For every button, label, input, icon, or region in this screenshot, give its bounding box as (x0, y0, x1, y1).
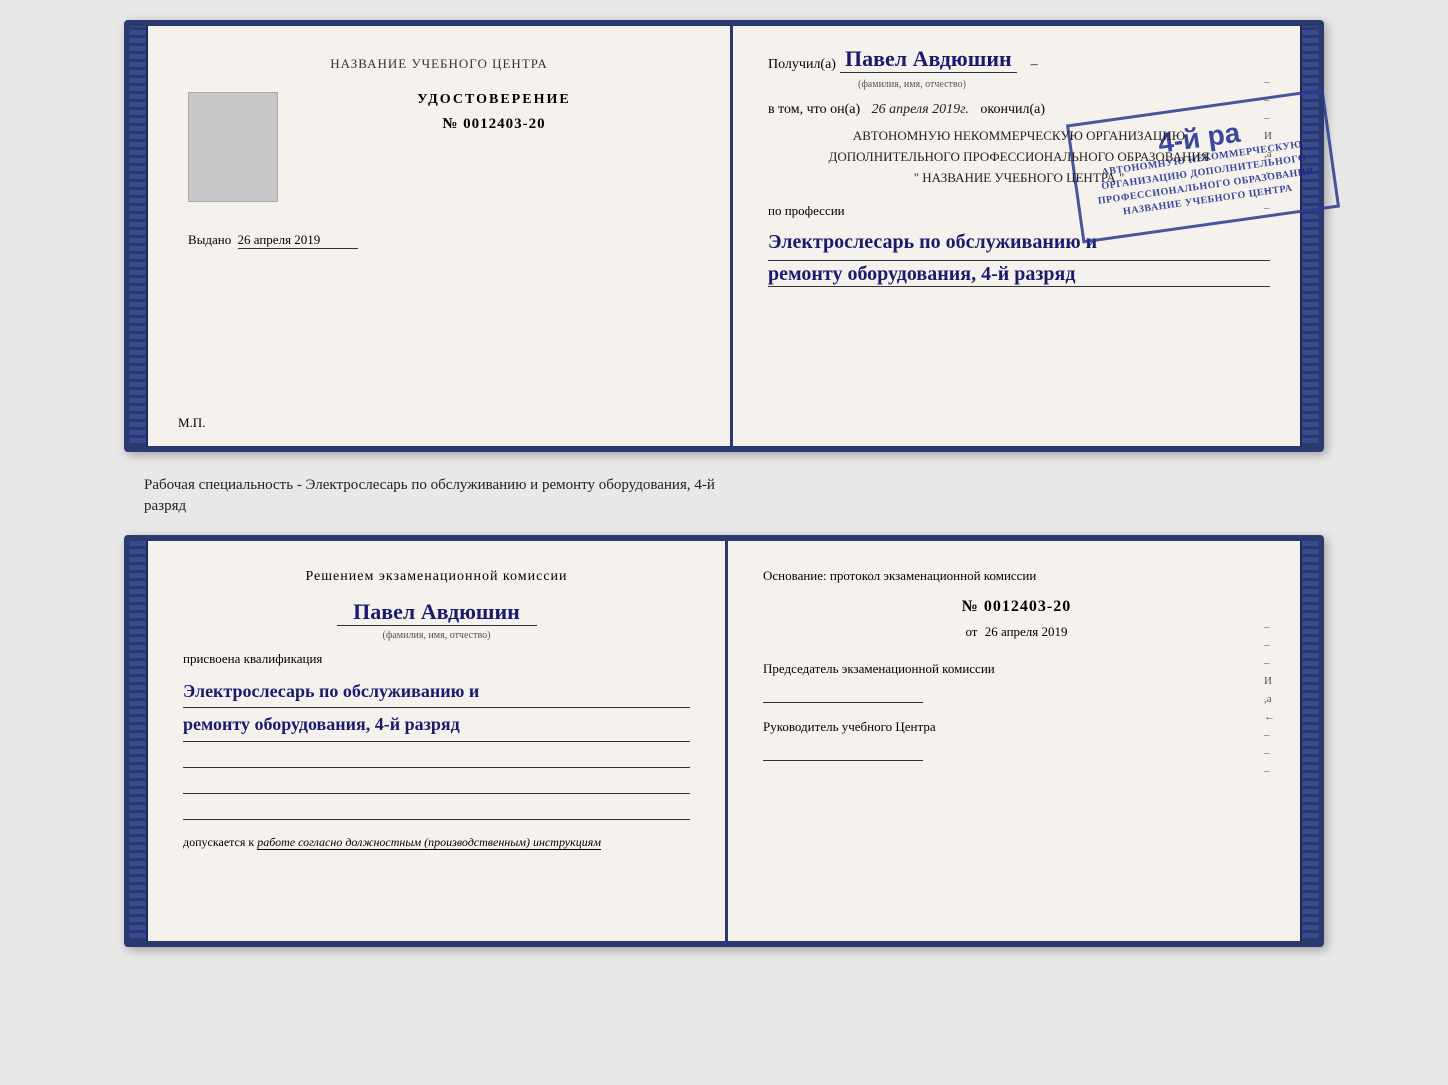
number-prefix: № (442, 116, 458, 132)
between-line1: Рабочая специальность - Электрослесарь п… (144, 475, 1324, 496)
from-prefix: от (965, 624, 977, 639)
top-right-page: 4-й ра АВТОНОМНУЮ НЕКОММЕРЧЕСКУЮ ОРГАНИЗ… (733, 26, 1300, 446)
chairman-signature-line (763, 683, 923, 703)
chairman-role: Председатель экзаменационной комиссии (763, 660, 1270, 678)
issued-block: Выдано 26 апреля 2019 (188, 232, 690, 249)
bottom-right-ribbon: – – – И ,а ← – – – (1264, 621, 1275, 777)
line3 (183, 800, 690, 820)
issued-date: 26 апреля 2019 (238, 232, 358, 249)
bottom-right-page: Основание: протокол экзаменационной коми… (728, 541, 1300, 941)
from-date-value: 26 апреля 2019 (985, 624, 1068, 639)
recipient-name: Павел Авдюшин (840, 46, 1017, 73)
number-value: 0012403-20 (463, 116, 546, 132)
bottom-left-page: Решением экзаменационной комиссии Павел … (148, 541, 728, 941)
allowed-prefix: допускается к (183, 835, 254, 849)
top-document-book: НАЗВАНИЕ УЧЕБНОГО ЦЕНТРА УДОСТОВЕРЕНИЕ №… (124, 20, 1324, 452)
cert-number: № 0012403-20 (298, 116, 690, 133)
completion-date: 26 апреля 2019г. (872, 102, 969, 117)
line1 (183, 748, 690, 768)
right-ribbon-marks: – – – И ,а ← – – (1264, 76, 1275, 214)
bottom-document-book: Решением экзаменационной комиссии Павел … (124, 535, 1324, 947)
received-prefix: Получил(а) (768, 57, 836, 73)
org-name: " НАЗВАНИЕ УЧЕБНОГО ЦЕНТРА " (768, 168, 1270, 189)
cert-center-block: УДОСТОВЕРЕНИЕ № 0012403-20 (298, 92, 690, 133)
mp-label: М.П. (178, 415, 205, 431)
protocol-number: 0012403-20 (984, 598, 1071, 615)
leader-role: Руководитель учебного Центра (763, 718, 1270, 736)
allowed-block: допускается к работе согласно должностны… (183, 835, 690, 850)
allowed-text: работе согласно должностным (производств… (257, 835, 601, 849)
exam-commission-title: Решением экзаменационной комиссии (183, 566, 690, 587)
leader-signature-line (763, 741, 923, 761)
fio-label-top: (фамилия, имя, отчество) (858, 79, 1270, 90)
person-name-bottom: Павел Авдюшин (337, 599, 537, 626)
top-left-page: НАЗВАНИЕ УЧЕБНОГО ЦЕНТРА УДОСТОВЕРЕНИЕ №… (148, 26, 733, 446)
left-spine (130, 26, 148, 446)
profession-line2: ремонту оборудования, 4-й разряд (768, 263, 1270, 287)
issued-label: Выдано (188, 232, 231, 247)
right-spine-bottom (1300, 541, 1318, 941)
completed-label: окончил(а) (980, 102, 1045, 117)
qual-line2: ремонту оборудования, 4-й разряд (183, 708, 690, 741)
assigned-label: присвоена квалификация (183, 651, 690, 667)
org-line2: ДОПОЛНИТЕЛЬНОГО ПРОФЕССИОНАЛЬНОГО ОБРАЗО… (768, 147, 1270, 168)
person-name-block: Павел Авдюшин (183, 599, 690, 628)
in-that-prefix: в том, что он(а) (768, 102, 860, 117)
line2 (183, 774, 690, 794)
doc-type-label: УДОСТОВЕРЕНИЕ (298, 92, 690, 108)
photo-placeholder (188, 92, 278, 202)
between-label: Рабочая специальность - Электрослесарь п… (124, 470, 1324, 517)
basis-label: Основание: протокол экзаменационной коми… (763, 566, 1270, 586)
profession-line1: Электрослесарь по обслуживанию и (768, 224, 1270, 261)
org-title-block: НАЗВАНИЕ УЧЕБНОГО ЦЕНТРА (188, 56, 690, 72)
number-prefix-bottom: № (962, 598, 979, 615)
photo-and-cert-area: УДОСТОВЕРЕНИЕ № 0012403-20 (188, 92, 690, 202)
org-block: АВТОНОМНУЮ НЕКОММЕРЧЕСКУЮ ОРГАНИЗАЦИЮ ДО… (768, 126, 1270, 188)
qual-line1: Электрослесарь по обслуживанию и (183, 675, 690, 708)
org-line1: АВТОНОМНУЮ НЕКОММЕРЧЕСКУЮ ОРГАНИЗАЦИЮ (768, 126, 1270, 147)
between-line2: разряд (144, 496, 1324, 517)
received-line: Получил(а) Павел Авдюшин – (768, 46, 1270, 73)
org-label: НАЗВАНИЕ УЧЕБНОГО ЦЕНТРА (188, 56, 690, 72)
bottom-left-spine (130, 541, 148, 941)
protocol-number-block: № 0012403-20 (763, 598, 1270, 616)
from-date-block: от 26 апреля 2019 (763, 624, 1270, 640)
fio-label-bottom: (фамилия, имя, отчество) (183, 630, 690, 641)
